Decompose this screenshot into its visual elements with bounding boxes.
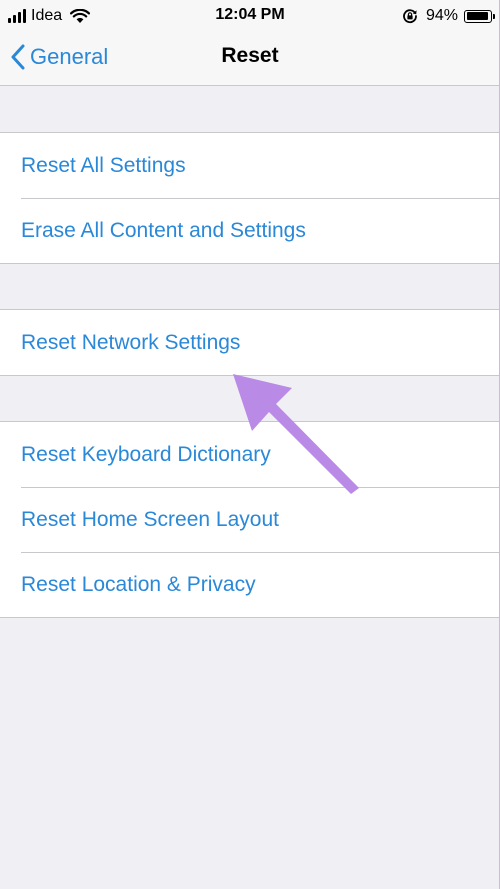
status-right: 94%: [402, 6, 495, 26]
reset-group-general: Reset All Settings Erase All Content and…: [0, 132, 500, 264]
erase-all-content-row[interactable]: Erase All Content and Settings: [0, 198, 500, 263]
battery-fill: [466, 12, 489, 20]
navigation-bar: General Reset: [0, 32, 500, 86]
page-title: Reset: [221, 44, 279, 67]
reset-location-privacy-row[interactable]: Reset Location & Privacy: [0, 552, 500, 617]
status-bar: Idea 12:04 PM 94%: [0, 0, 500, 32]
rotation-lock-icon: [403, 9, 417, 24]
reset-all-settings-row[interactable]: Reset All Settings: [0, 133, 500, 198]
annotation-arrow-icon: [233, 374, 359, 494]
battery-icon: [464, 9, 495, 23]
battery-percent: 94%: [425, 7, 458, 24]
reset-group-network: Reset Network Settings: [0, 309, 500, 376]
reset-network-settings-row[interactable]: Reset Network Settings: [0, 310, 500, 375]
